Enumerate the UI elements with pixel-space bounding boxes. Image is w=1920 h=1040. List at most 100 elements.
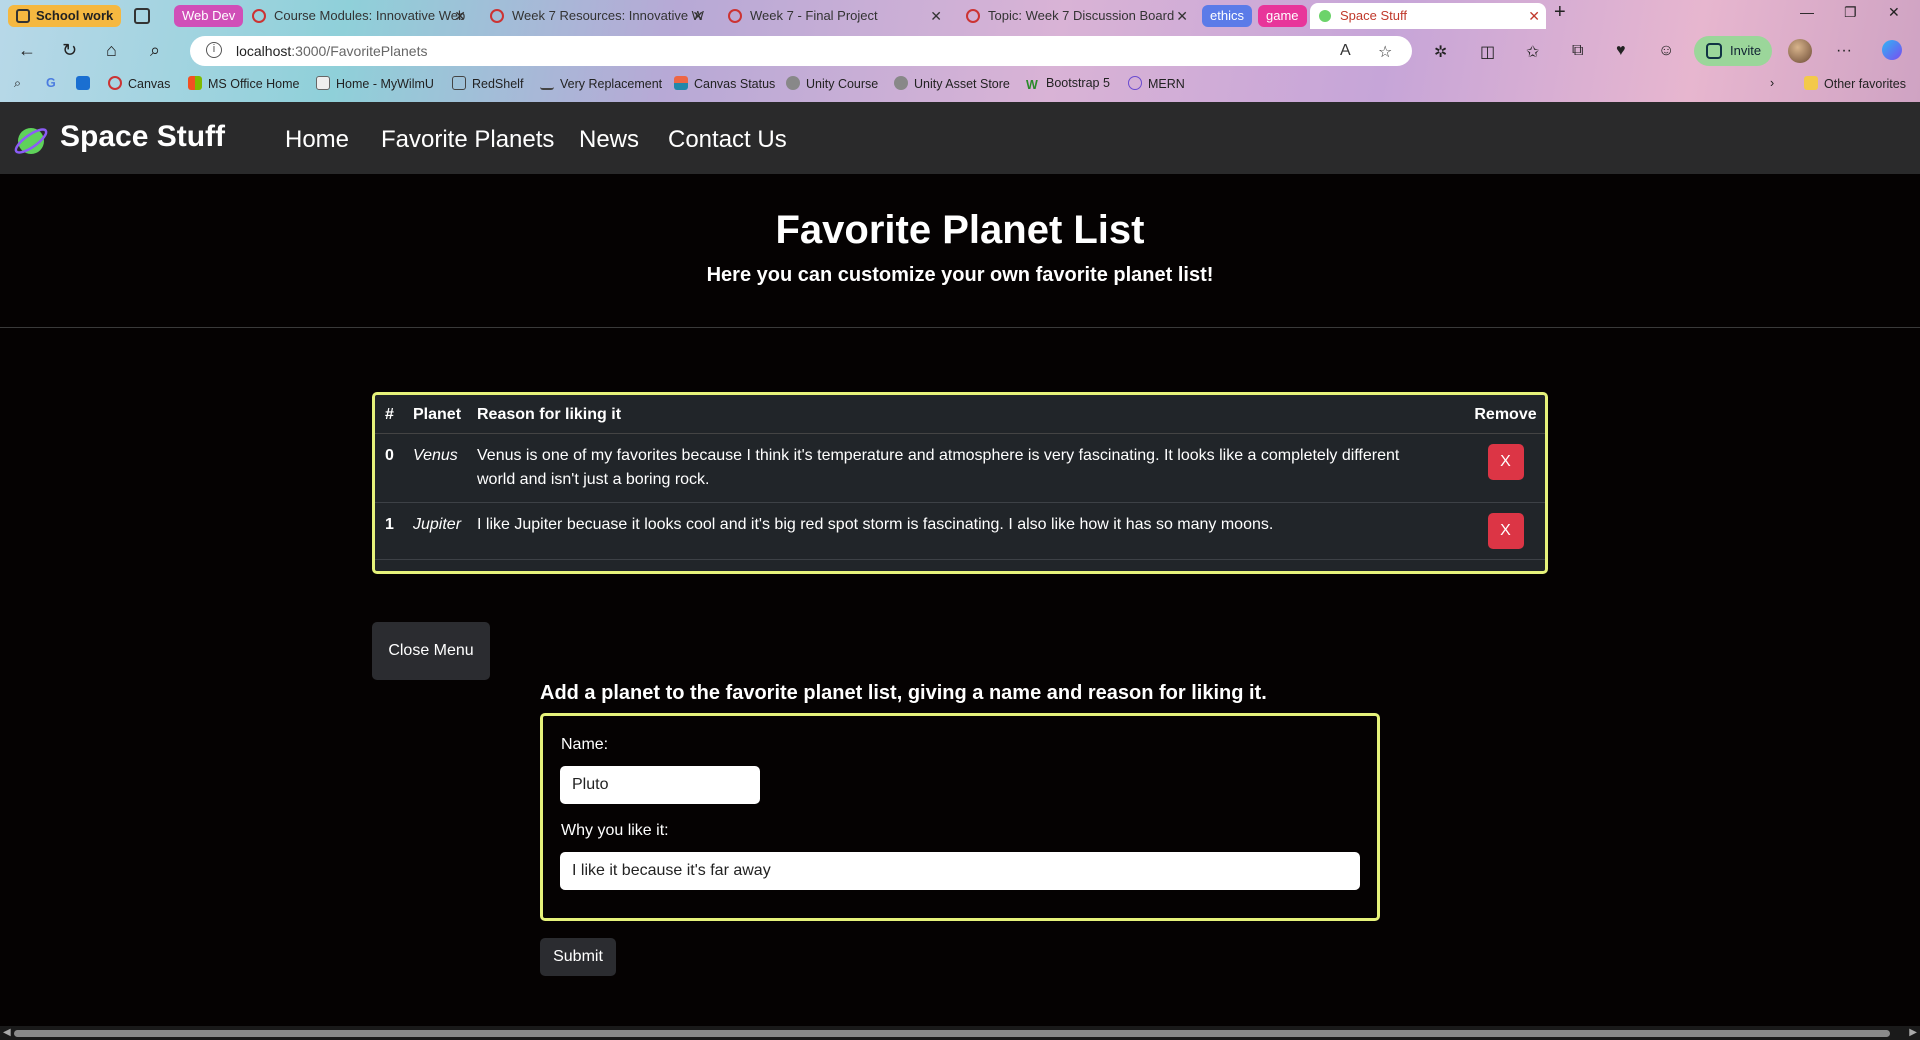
read-aloud-icon[interactable]: A [1340, 42, 1351, 60]
tab-space-stuff[interactable]: Space Stuff ✕ [1310, 3, 1546, 29]
bookmark-home-mywilmu[interactable]: Home - MyWilmU [316, 76, 434, 91]
tab-week7-final-project[interactable]: Week 7 - Final Project ✕ [720, 3, 948, 29]
new-tab-button[interactable]: + [1554, 1, 1566, 24]
address-bar[interactable]: i localhost:3000/FavoritePlanets A ☆ [190, 36, 1412, 66]
canvas-favicon-icon [966, 9, 980, 23]
tab-week7-resources[interactable]: Week 7 Resources: Innovative W ✕ [482, 3, 710, 29]
bookmark-very-replacement[interactable]: Very Replacement [540, 76, 662, 91]
close-tab-icon[interactable]: ✕ [692, 3, 704, 29]
name-input[interactable]: Pluto [560, 766, 760, 804]
tab-group-web-dev[interactable]: Web Dev [174, 5, 244, 27]
browser-essentials-icon[interactable]: ♥ [1616, 42, 1626, 60]
extensions-icon[interactable]: ✲ [1434, 42, 1447, 62]
minimize-button[interactable]: — [1800, 4, 1814, 20]
collections-icon[interactable]: ⧉ [1572, 42, 1583, 60]
canvas-favicon-icon [490, 9, 504, 23]
scroll-left-icon[interactable]: ◀ [3, 1026, 11, 1040]
url-text: localhost:3000/FavoritePlanets [236, 43, 428, 59]
tab-course-modules[interactable]: Course Modules: Innovative Web ✕ [244, 3, 472, 29]
favorites-icon[interactable]: ✩ [1526, 42, 1539, 62]
bookmark-ms-office-home[interactable]: MS Office Home [188, 76, 299, 91]
bookmark-other-favorites[interactable]: Other favorites [1804, 76, 1906, 91]
row-planet: Jupiter [403, 502, 467, 560]
site-brand[interactable]: Space Stuff [60, 120, 225, 154]
ms-office-icon [188, 76, 202, 90]
column-header-reason: Reason for liking it [467, 395, 1461, 434]
browser-chrome: School work Web Dev Course Modules: Inno… [0, 0, 1920, 102]
wilmu-icon [316, 76, 330, 90]
copilot-icon[interactable] [1882, 40, 1902, 60]
nav-link-favorite-planets[interactable]: Favorite Planets [381, 126, 554, 154]
home-icon[interactable]: ⌂ [106, 40, 117, 61]
close-tab-icon[interactable]: ✕ [930, 3, 942, 29]
submit-button[interactable]: Submit [540, 938, 616, 976]
unity-icon [894, 76, 908, 90]
planet-logo-icon[interactable] [12, 122, 50, 160]
table-row: 1 Jupiter I like Jupiter becuase it look… [375, 502, 1545, 560]
tab-actions-icon[interactable] [134, 8, 150, 24]
tab-week7-discussion[interactable]: Topic: Week 7 Discussion Board ✕ [958, 3, 1194, 29]
horizontal-scrollbar[interactable]: ◀ ▶ [0, 1026, 1920, 1040]
favorite-star-icon[interactable]: ☆ [1378, 42, 1392, 62]
chevron-right-icon[interactable]: › [1770, 76, 1774, 90]
bookmark-unity-course[interactable]: Unity Course [786, 76, 878, 91]
close-tab-icon[interactable]: ✕ [1176, 3, 1188, 29]
nav-link-contact-us[interactable]: Contact Us [668, 126, 787, 154]
bootstrap-icon: W [1026, 78, 1038, 92]
site-navbar: Space Stuff Home Favorite Planets News C… [0, 102, 1920, 174]
tab-group-icon [16, 9, 30, 23]
tab-strip: School work Web Dev Course Modules: Inno… [0, 0, 1920, 32]
search-icon[interactable]: ⌕ [150, 40, 160, 61]
site-info-icon[interactable]: i [206, 42, 222, 58]
bookmark-unity-asset-store[interactable]: Unity Asset Store [894, 76, 1010, 91]
remove-button[interactable]: X [1487, 444, 1524, 480]
close-menu-button[interactable]: Close Menu [372, 622, 490, 680]
canvas-icon [108, 76, 122, 90]
table-row: 0 Venus Venus is one of my favorites bec… [375, 433, 1545, 503]
google-icon[interactable]: G [46, 76, 56, 90]
bookmark-bootstrap-5[interactable]: W Bootstrap 5 [1026, 76, 1110, 92]
invite-button[interactable]: Invite [1694, 36, 1772, 66]
outlook-icon[interactable] [76, 76, 96, 91]
row-number: 0 [375, 433, 403, 503]
feedback-icon[interactable]: ☺ [1658, 42, 1674, 60]
favorites-bar: ⌕ G Canvas MS Office Home Home - MyWilmU… [0, 72, 1920, 96]
row-reason: Venus is one of my favorites because I t… [467, 433, 1461, 503]
nav-link-news[interactable]: News [579, 126, 639, 154]
close-tab-icon[interactable]: ✕ [1528, 3, 1540, 29]
bookmark-canvas[interactable]: Canvas [108, 76, 170, 91]
bookmark-redshelf[interactable]: RedShelf [452, 76, 523, 91]
canvas-favicon-icon [728, 9, 742, 23]
bookmark-search-icon[interactable]: ⌕ [14, 76, 21, 91]
planet-favicon-icon [1319, 10, 1331, 22]
tab-group-game[interactable]: game [1258, 5, 1307, 27]
canvas-favicon-icon [252, 9, 266, 23]
profile-avatar[interactable] [1788, 39, 1812, 63]
redshelf-icon [452, 76, 466, 90]
column-header-remove: Remove [1461, 395, 1545, 434]
row-remove-cell: X [1461, 502, 1545, 560]
close-window-button[interactable]: ✕ [1888, 4, 1900, 21]
table-header-row: # Planet Reason for liking it Remove [375, 395, 1545, 434]
scroll-right-icon[interactable]: ▶ [1909, 1026, 1917, 1040]
favorite-planets-table-container: # Planet Reason for liking it Remove 0 V… [372, 392, 1548, 574]
close-tab-icon[interactable]: ✕ [454, 3, 466, 29]
remove-button[interactable]: X [1487, 513, 1524, 549]
column-header-number: # [375, 395, 403, 434]
split-screen-icon[interactable]: ◫ [1480, 42, 1495, 62]
page-subtitle: Here you can customize your own favorite… [706, 264, 1214, 286]
scrollbar-thumb[interactable] [14, 1030, 1890, 1037]
tab-group-school-work[interactable]: School work [8, 5, 122, 27]
restore-button[interactable]: ❐ [1844, 4, 1857, 21]
bookmark-canvas-status[interactable]: Canvas Status [674, 76, 775, 91]
row-remove-cell: X [1461, 433, 1545, 503]
name-label: Name: [561, 736, 609, 753]
back-icon[interactable]: ← [18, 40, 36, 61]
more-options-icon[interactable]: ··· [1836, 42, 1852, 60]
form-heading: Add a planet to the favorite planet list… [540, 682, 1267, 704]
tab-group-ethics[interactable]: ethics [1202, 5, 1252, 27]
nav-link-home[interactable]: Home [285, 126, 349, 154]
reason-input[interactable]: I like it because it's far away [560, 852, 1360, 890]
bookmark-mern[interactable]: MERN [1128, 76, 1185, 91]
refresh-icon[interactable]: ↻ [62, 40, 77, 61]
